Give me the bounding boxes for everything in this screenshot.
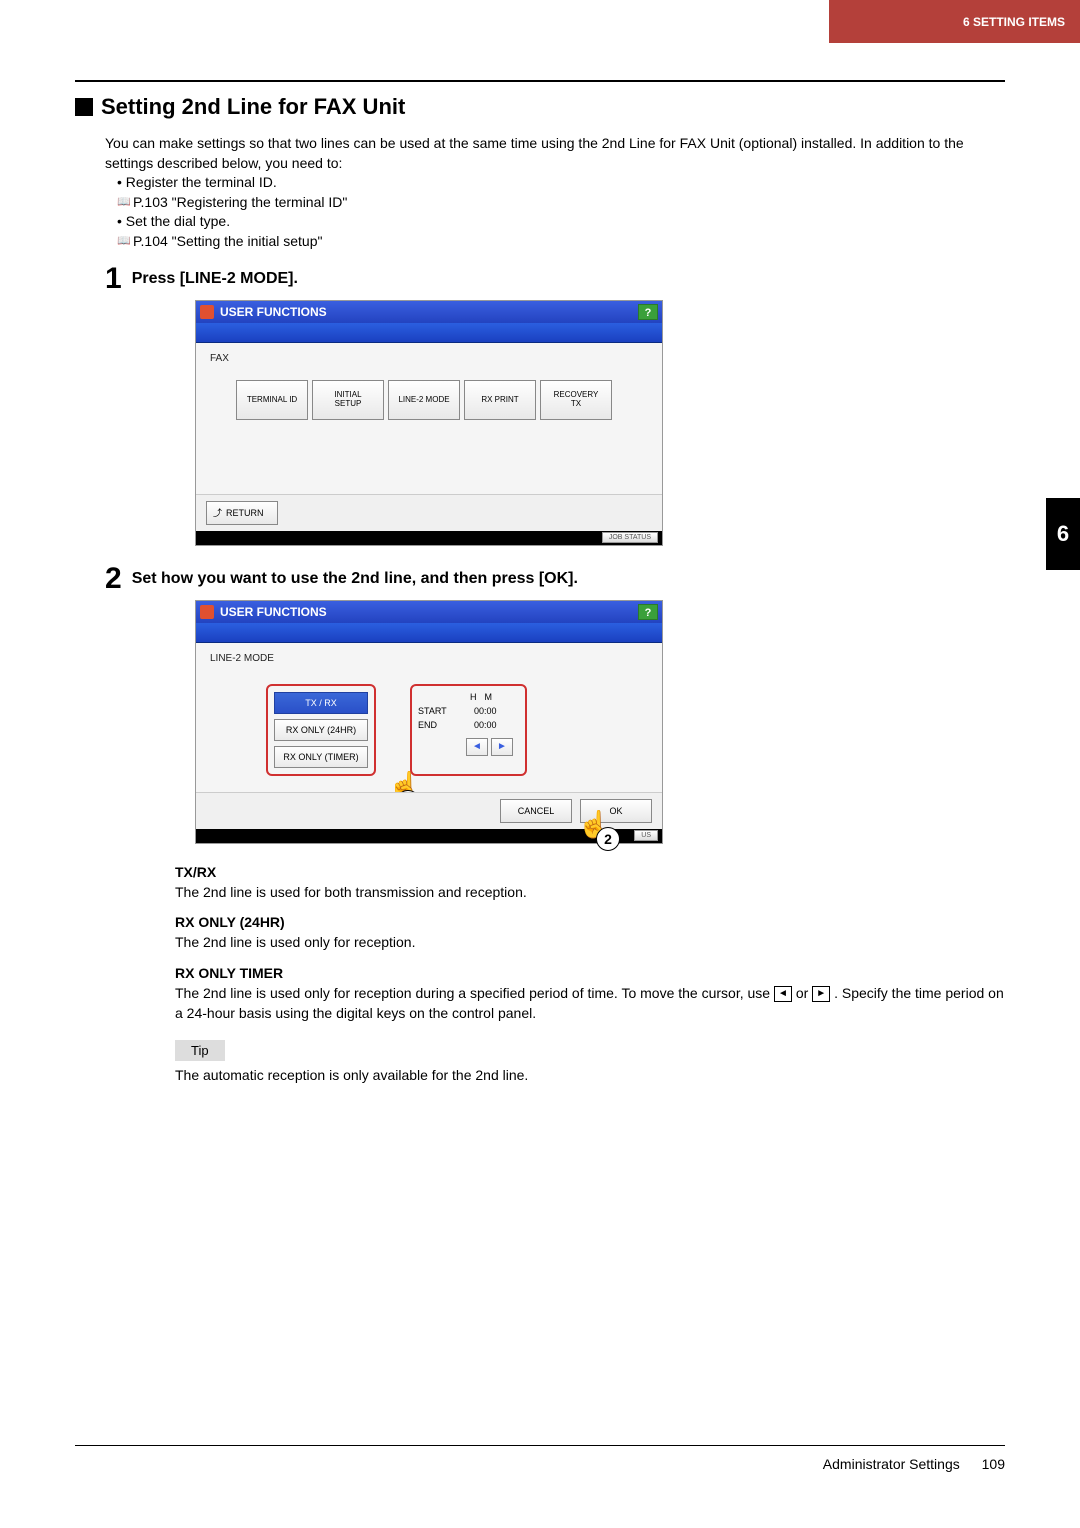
key-right-icon: ► <box>812 986 830 1002</box>
tip-box: Tip The automatic reception is only avai… <box>175 1040 1005 1083</box>
txrx-body: The 2nd line is used for both transmissi… <box>175 882 1005 902</box>
return-button[interactable]: ⤴ RETURN <box>206 501 278 525</box>
device2-toolbar <box>196 623 662 643</box>
header-chapter: 6 SETTING ITEMS <box>829 0 1080 43</box>
terminal-id-button[interactable]: TERMINAL ID <box>236 380 308 420</box>
txrx-option-button[interactable]: TX / RX <box>274 692 368 714</box>
step-1: 1 Press [LINE-2 MODE]. <box>75 264 1005 294</box>
rxtimer-heading: RX ONLY TIMER <box>175 963 1005 983</box>
option-highlight-box: TX / RX RX ONLY (24HR) RX ONLY (TIMER) <box>266 684 376 776</box>
recovery-tx-button[interactable]: RECOVERY TX <box>540 380 612 420</box>
job-status-button[interactable]: JOB STATUS <box>602 532 658 543</box>
start-label: START <box>418 706 456 716</box>
footer-page-number: 109 <box>982 1456 1005 1472</box>
device1-footer: ⤴ RETURN <box>196 494 662 531</box>
section-title: Setting 2nd Line for FAX Unit <box>75 94 1005 120</box>
prereq-list: Register the terminal ID. P.103 "Registe… <box>75 173 1005 251</box>
rx24-heading: RX ONLY (24HR) <box>175 912 1005 932</box>
tip-text: The automatic reception is only availabl… <box>175 1067 1005 1083</box>
device2-breadcrumb: LINE-2 MODE <box>210 653 648 664</box>
device1-breadcrumb: FAX <box>210 353 648 364</box>
chapter-side-tab: 6 <box>1046 498 1080 570</box>
cursor-right-button[interactable]: ► <box>491 738 513 756</box>
step-2: 2 Set how you want to use the 2nd line, … <box>75 564 1005 594</box>
section-intro: You can make settings so that two lines … <box>75 134 1005 173</box>
step-2-title: Set how you want to use the 2nd line, an… <box>132 564 578 588</box>
return-arrow-icon: ⤴ <box>213 506 222 519</box>
step-2-number: 2 <box>105 564 122 594</box>
device2-job-status[interactable]: US <box>634 830 658 841</box>
time-head-m: M <box>485 692 493 702</box>
header-chapter-text: 6 SETTING ITEMS <box>963 15 1065 29</box>
rx-print-button[interactable]: RX PRINT <box>464 380 536 420</box>
end-value: 00:00 <box>474 720 497 730</box>
tip-label: Tip <box>175 1040 225 1061</box>
rx24-option-button[interactable]: RX ONLY (24HR) <box>274 719 368 741</box>
rule-top <box>75 80 1005 82</box>
step-1-number: 1 <box>105 264 122 294</box>
footer-rule <box>75 1445 1005 1446</box>
device-screenshot-1: USER FUNCTIONS ? FAX TERMINAL ID INITIAL… <box>195 300 663 546</box>
callout-number-2: 2 <box>596 827 620 851</box>
prereq-item-1: Register the terminal ID. P.103 "Registe… <box>117 173 1005 212</box>
device1-app-icon <box>200 305 214 319</box>
txrx-heading: TX/RX <box>175 862 1005 882</box>
start-value: 00:00 <box>474 706 497 716</box>
step-1-title: Press [LINE-2 MODE]. <box>132 264 298 288</box>
rx24-body: The 2nd line is used only for reception. <box>175 932 1005 952</box>
device2-help-button[interactable]: ? <box>638 604 658 620</box>
rxtimer-option-button[interactable]: RX ONLY (TIMER) <box>274 746 368 768</box>
device1-titlebar: USER FUNCTIONS ? <box>196 301 662 323</box>
rxtimer-body: The 2nd line is used only for reception … <box>175 983 1005 1024</box>
device2-title: USER FUNCTIONS <box>220 605 327 619</box>
device1-title: USER FUNCTIONS <box>220 305 327 319</box>
cancel-button[interactable]: CANCEL <box>500 799 572 823</box>
device2-app-icon <box>200 605 214 619</box>
end-label: END <box>418 720 456 730</box>
prereq-ref-1: P.103 "Registering the terminal ID" <box>117 193 1005 213</box>
device1-help-button[interactable]: ? <box>638 304 658 320</box>
device2-titlebar: USER FUNCTIONS ? <box>196 601 662 623</box>
device-screenshot-2: USER FUNCTIONS ? LINE-2 MODE TX / RX RX … <box>195 600 663 844</box>
cursor-left-button[interactable]: ◄ <box>466 738 488 756</box>
prereq-ref-2: P.104 "Setting the initial setup" <box>117 232 1005 252</box>
key-left-icon: ◄ <box>774 986 792 1002</box>
line2mode-button[interactable]: LINE-2 MODE <box>388 380 460 420</box>
time-head-h: H <box>470 692 477 702</box>
device1-statusbar: JOB STATUS <box>196 531 662 545</box>
time-highlight-box: H M START 00:00 END 00:00 ◄ ► <box>410 684 527 776</box>
device2-statusbar: ☝ 2 US <box>196 829 662 843</box>
footer-section-label: Administrator Settings <box>823 1456 960 1472</box>
page-footer: Administrator Settings 109 <box>75 1445 1005 1472</box>
device1-toolbar <box>196 323 662 343</box>
initial-setup-button[interactable]: INITIAL SETUP <box>312 380 384 420</box>
prereq-item-2: Set the dial type. P.104 "Setting the in… <box>117 212 1005 251</box>
